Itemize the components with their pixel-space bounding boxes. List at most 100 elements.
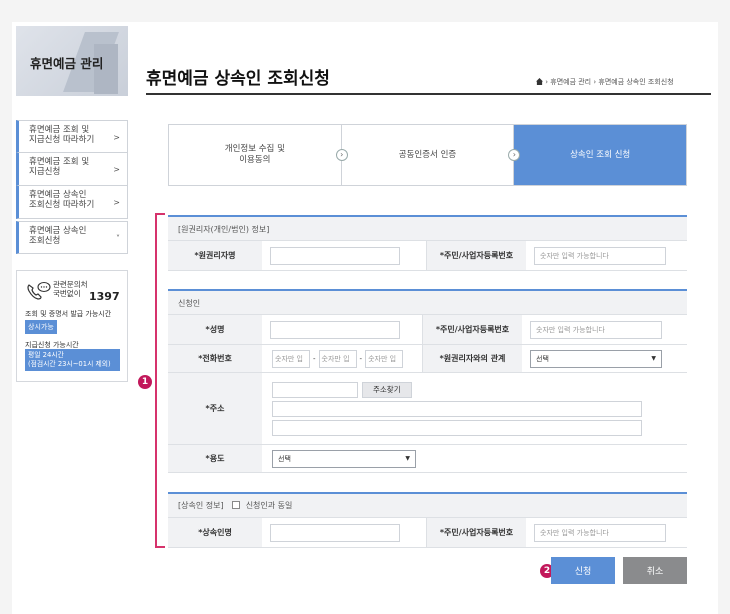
address-line1-input[interactable] bbox=[272, 400, 642, 417]
step-label: 개인정보 수집 및 이용동의 bbox=[224, 144, 285, 165]
address-label: *주소 bbox=[168, 373, 262, 444]
step-arrow-icon: › bbox=[508, 149, 521, 161]
home-icon[interactable] bbox=[536, 78, 543, 85]
step-indicator: 개인정보 수집 및 이용동의 › 공동인증서 인증 › 상속인 조회 신청 bbox=[168, 124, 687, 186]
relation-label: *원권리자와의 관계 bbox=[422, 345, 522, 372]
heir-name-label: *상속인명 bbox=[168, 518, 262, 547]
heir-section: [상속인 정보] 신청인과 동일 *상속인명 *주민/사업자등록번호 숫자만 입… bbox=[168, 492, 687, 548]
cancel-button[interactable]: 취소 bbox=[623, 557, 687, 584]
phone-dash: - bbox=[359, 354, 363, 363]
applicant-section: 신청인 *성명 *주민/사업자등록번호 숫자만 입력 가능합니다 *전화번호 숫… bbox=[168, 289, 687, 473]
contact-line2: 국번없이 bbox=[53, 289, 81, 298]
chevron-down-icon: ▼ bbox=[405, 455, 410, 462]
phone-dash: - bbox=[313, 354, 316, 363]
chevron-down-icon: ▼ bbox=[651, 355, 656, 362]
step-consent: 개인정보 수집 및 이용동의 bbox=[169, 125, 341, 185]
form-row: *용도 선택 ▼ bbox=[168, 445, 687, 473]
applicant-id-label: *주민/사업자등록번호 bbox=[422, 315, 522, 344]
step-certificate: › 공동인증서 인증 bbox=[335, 125, 514, 185]
page-title: 휴면예금 상속인 조회신청 bbox=[146, 69, 330, 89]
applicant-name-input[interactable] bbox=[270, 320, 400, 339]
address-line2-input[interactable] bbox=[272, 419, 642, 436]
step-heir-inquiry: › 상속인 조회 신청 bbox=[508, 125, 687, 185]
breadcrumb-path[interactable]: › 휴면예금 관리 › 휴면예금 상속인 조회신청 bbox=[545, 78, 673, 86]
heir-id-label: *주민/사업자등록번호 bbox=[426, 518, 526, 547]
contact-line1: 관련문의처 bbox=[53, 280, 88, 289]
address-search-button[interactable]: 주소찾기 bbox=[362, 381, 412, 398]
usage-value: 선택 bbox=[278, 454, 291, 463]
phone-label: *전화번호 bbox=[168, 345, 262, 372]
applicant-id-input[interactable]: 숫자만 입력 가능합니다 bbox=[530, 320, 662, 339]
usage-label: *용도 bbox=[168, 445, 262, 472]
sidebar-item-label: 휴면예금 조회 및 지급신청 따라하기 bbox=[29, 125, 95, 145]
form-row: *전화번호 숫자만 입 - 숫자만 입 - 숫자만 입 *원권리자와의 관계 선… bbox=[168, 345, 687, 373]
owner-name-input[interactable] bbox=[270, 246, 400, 265]
sidebar-item-inquiry[interactable]: 휴면예금 조회 및 지급신청 > bbox=[16, 153, 128, 186]
chevron-right-icon: > bbox=[113, 165, 120, 174]
phone-input-2[interactable]: 숫자만 입 bbox=[318, 349, 357, 368]
owner-name-cell bbox=[262, 241, 426, 270]
annotation-marker-1: 1 bbox=[138, 375, 152, 389]
owner-id-input[interactable]: 숫자만 입력 가능합니다 bbox=[534, 246, 666, 265]
sidebar-header: 휴면예금 관리 bbox=[16, 26, 128, 96]
form-row: *주소 주소찾기 bbox=[168, 373, 687, 445]
step-arrow-icon: › bbox=[335, 149, 348, 161]
usage-select[interactable]: 선택 ▼ bbox=[272, 449, 416, 468]
chevron-right-icon: > bbox=[113, 133, 120, 142]
same-as-applicant-checkbox[interactable] bbox=[232, 501, 241, 509]
relation-cell: 선택 ▼ bbox=[522, 345, 687, 372]
sidebar-item-guide-inquiry[interactable]: 휴면예금 조회 및 지급신청 따라하기 > bbox=[16, 120, 128, 153]
heir-id-cell: 숫자만 입력 가능합니다 bbox=[526, 518, 687, 547]
contact-number: 1397 bbox=[89, 290, 120, 303]
postcode-input[interactable] bbox=[272, 381, 358, 398]
applicant-id-cell: 숫자만 입력 가능합니다 bbox=[522, 315, 687, 344]
heir-name-input[interactable] bbox=[270, 523, 400, 542]
applicant-name-label: *성명 bbox=[168, 315, 262, 344]
sidebar-item-label: 휴면예금 조회 및 지급신청 bbox=[29, 157, 90, 177]
step-label: 공동인증서 인증 bbox=[398, 149, 457, 160]
phone-cell: 숫자만 입 - 숫자만 입 - 숫자만 입 bbox=[262, 345, 422, 372]
section-title: [원권리자(개인/법인) 정보] bbox=[168, 217, 687, 241]
chevron-down-icon: ˅ bbox=[116, 234, 120, 243]
sidebar-item-label: 휴면예금 상속인 조회신청 따라하기 bbox=[29, 190, 95, 210]
relation-select[interactable]: 선택 ▼ bbox=[530, 349, 662, 368]
apply-hours-badge: 평일 24시간 (점검시간 23시~01시 제외) bbox=[25, 349, 120, 371]
section-title-row: [상속인 정보] 신청인과 동일 bbox=[168, 494, 687, 518]
relation-value: 선택 bbox=[536, 354, 549, 363]
apply-hours-line1: 평일 24시간 bbox=[28, 351, 64, 359]
sidebar-item-guide-heir[interactable]: 휴면예금 상속인 조회신청 따라하기 > bbox=[16, 186, 128, 219]
owner-id-cell: 숫자만 입력 가능합니다 bbox=[526, 241, 687, 270]
owner-id-label: *주민/사업자등록번호 bbox=[426, 241, 526, 270]
hours-label: 조회 및 증명서 발급 가능시간 bbox=[25, 310, 112, 318]
owner-name-label: *원권리자명 bbox=[168, 241, 262, 270]
apply-hours-line2: (점검시간 23시~01시 제외) bbox=[28, 360, 111, 368]
sidebar-item-label: 휴면예금 상속인 조회신청 bbox=[29, 226, 87, 246]
phone-input-3[interactable]: 숫자만 입 bbox=[365, 349, 404, 368]
applicant-name-cell bbox=[262, 315, 422, 344]
hours-badge: 상시가능 bbox=[25, 320, 57, 334]
apply-button[interactable]: 신청 bbox=[551, 557, 615, 584]
sidebar-item-heir[interactable]: 휴면예금 상속인 조회신청 ˅ bbox=[16, 221, 128, 254]
heir-name-cell bbox=[262, 518, 426, 547]
page: 휴면예금 관리 휴면예금 조회 및 지급신청 따라하기 > 휴면예금 조회 및 … bbox=[0, 0, 730, 614]
sidebar-menu: 휴면예금 조회 및 지급신청 따라하기 > 휴면예금 조회 및 지급신청 > 휴… bbox=[16, 120, 128, 254]
section-title: 신청인 bbox=[168, 291, 687, 315]
phone-input-1[interactable]: 숫자만 입 bbox=[272, 349, 310, 368]
section-title: [상속인 정보] bbox=[178, 501, 224, 510]
form-row: *원권리자명 *주민/사업자등록번호 숫자만 입력 가능합니다 bbox=[168, 241, 687, 271]
breadcrumb: › 휴면예금 관리 › 휴면예금 상속인 조회신청 bbox=[536, 77, 674, 87]
address-search-row: 주소찾기 bbox=[272, 381, 412, 398]
form-row: *상속인명 *주민/사업자등록번호 숫자만 입력 가능합니다 bbox=[168, 518, 687, 548]
same-as-applicant-label: 신청인과 동일 bbox=[245, 501, 293, 510]
sidebar-title: 휴면예금 관리 bbox=[30, 56, 104, 71]
heir-id-input[interactable]: 숫자만 입력 가능합니다 bbox=[534, 523, 666, 542]
phone-chat-icon bbox=[27, 281, 51, 300]
original-owner-section: [원권리자(개인/법인) 정보] *원권리자명 *주민/사업자등록번호 숫자만 … bbox=[168, 215, 687, 271]
form-row: *성명 *주민/사업자등록번호 숫자만 입력 가능합니다 bbox=[168, 315, 687, 345]
step-label: 상속인 조회 신청 bbox=[570, 149, 631, 160]
contact-label: 관련문의처 국번없이 bbox=[53, 280, 88, 298]
contact-box: 관련문의처 국번없이 1397 조회 및 증명서 발급 가능시간 상시가능 지급… bbox=[16, 270, 128, 382]
address-cell: 주소찾기 bbox=[262, 373, 687, 444]
title-divider bbox=[146, 93, 711, 95]
usage-cell: 선택 ▼ bbox=[262, 445, 687, 472]
